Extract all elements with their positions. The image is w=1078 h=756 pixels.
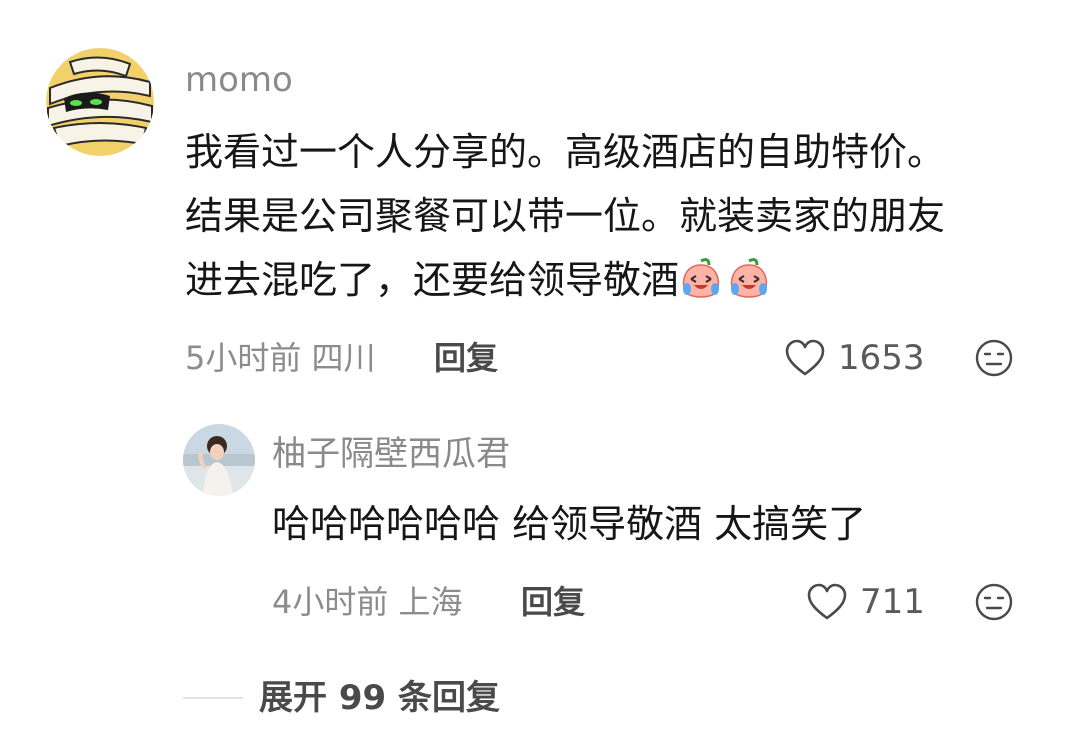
comment-time: 5小时前	[185, 339, 302, 377]
meh-face-icon	[975, 339, 1013, 377]
comment-line: 进去混吃了，还要给领导敬酒	[185, 248, 945, 312]
like-count: 1653	[838, 338, 925, 378]
mummy-avatar-icon	[46, 48, 154, 156]
comment-meta: 5小时前 四川	[185, 338, 376, 378]
comment-section: momo 我看过一个人分享的。高级酒店的自助特价。 结果是公司聚餐可以带一位。就…	[0, 0, 1078, 756]
child-photo-avatar-icon	[183, 424, 255, 496]
expand-replies-button[interactable]: 展开 99 条回复	[183, 676, 500, 720]
meh-face-icon	[975, 583, 1013, 621]
avatar[interactable]	[183, 424, 255, 496]
reply-time: 4小时前	[272, 583, 389, 621]
dislike-button[interactable]	[974, 582, 1014, 622]
reply-button[interactable]: 回复	[434, 338, 498, 378]
comment-line: 我看过一个人分享的。高级酒店的自助特价。	[185, 130, 946, 174]
comment-body: 我看过一个人分享的。高级酒店的自助特价。 结果是公司聚餐可以带一位。就装卖家的朋…	[185, 120, 945, 312]
avatar[interactable]	[46, 48, 154, 156]
heart-outline-icon	[807, 583, 847, 620]
dislike-button[interactable]	[974, 338, 1014, 378]
reply-body: 哈哈哈哈哈哈 给领导敬酒 太搞笑了	[272, 492, 866, 556]
crying-laughing-peach-emoji	[730, 258, 768, 298]
expand-replies-label: 展开 99 条回复	[259, 678, 500, 718]
like-button[interactable]: 711	[806, 582, 925, 622]
divider	[183, 697, 243, 699]
comment-line-text: 进去混吃了，还要给领导敬酒	[185, 258, 680, 302]
reply-location: 上海	[398, 583, 463, 621]
reply-meta: 4小时前 上海	[272, 582, 463, 622]
heart-outline-icon	[785, 339, 825, 376]
like-button[interactable]: 1653	[784, 338, 925, 378]
comment-line: 结果是公司聚餐可以带一位。就装卖家的朋友	[185, 194, 946, 238]
reply-button[interactable]: 回复	[521, 582, 585, 622]
like-count: 711	[860, 582, 925, 622]
crying-laughing-emoji-icon	[679, 256, 775, 320]
comment-username[interactable]: momo	[185, 60, 293, 100]
comment-location: 四川	[311, 339, 376, 377]
reply-username[interactable]: 柚子隔壁西瓜君	[272, 434, 510, 474]
crying-laughing-peach-emoji	[682, 258, 720, 298]
reply-line: 哈哈哈哈哈哈 给领导敬酒 太搞笑了	[272, 502, 867, 546]
